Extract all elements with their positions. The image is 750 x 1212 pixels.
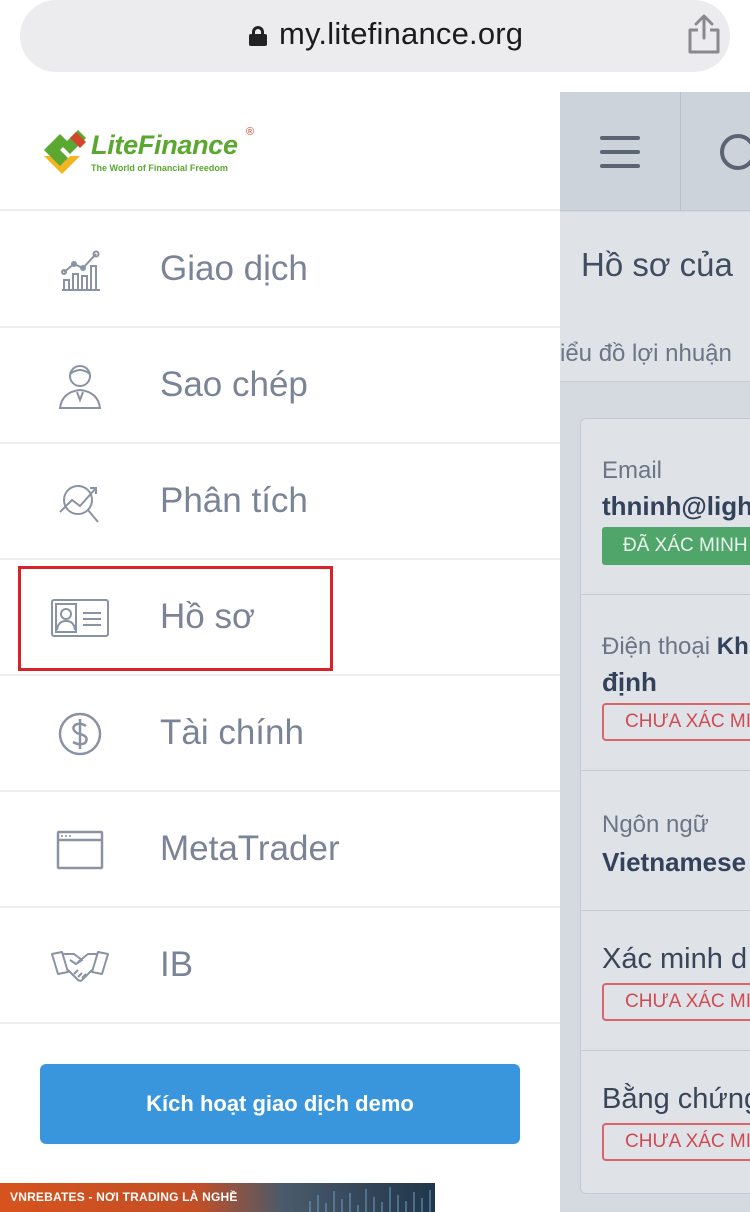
language-value[interactable]: Vietnamese xyxy=(602,847,746,878)
watermark-banner: VNREBATES - NƠI TRADING LÀ NGHỀ xyxy=(0,1183,435,1212)
nav-label-copy: Sao chép xyxy=(160,365,308,404)
lock-icon xyxy=(249,26,267,46)
nav-label-finance: Tài chính xyxy=(160,713,304,752)
hamburger-menu-icon[interactable] xyxy=(600,136,640,168)
profile-card: Email thninh@ligh ĐÃ XÁC MINH Điện thoại… xyxy=(580,418,750,1194)
logo-registered-mark: ® xyxy=(246,126,255,138)
activate-demo-trading-button[interactable]: Kích hoạt giao dịch demo xyxy=(40,1064,520,1144)
verification-label: Xác minh d xyxy=(602,943,748,975)
share-icon[interactable] xyxy=(686,14,722,54)
email-label: Email xyxy=(602,457,663,484)
proof-row: Bằng chứng CHƯA XÁC MI xyxy=(581,1051,750,1195)
phone-row: Điện thoại Kh định CHƯA XÁC MI xyxy=(581,595,750,771)
phone-value: định xyxy=(602,667,657,697)
nav-label-trading: Giao dịch xyxy=(160,249,308,288)
window-icon xyxy=(56,830,104,870)
nav-item-analysis[interactable]: Phân tích xyxy=(0,444,560,560)
logo-name: LiteFinance xyxy=(91,130,238,160)
nav-label-analysis: Phân tích xyxy=(160,481,308,520)
trader-person-icon xyxy=(58,365,102,409)
email-row: Email thninh@ligh ĐÃ XÁC MINH xyxy=(581,419,750,595)
watermark-text: VNREBATES - NƠI TRADING LÀ NGHỀ xyxy=(10,1190,238,1204)
chart-bars-decoration xyxy=(309,1187,431,1212)
tab-profit-chart[interactable]: iểu đồ lợi nhuận xyxy=(560,340,732,368)
phone-label: Điện thoại Kh xyxy=(602,633,749,660)
handshake-icon xyxy=(51,951,109,982)
email-value: thninh@ligh xyxy=(602,491,750,521)
nav-label-metatrader: MetaTrader xyxy=(160,829,340,868)
tabs-area: iểu đồ lợi nhuận xyxy=(560,300,750,382)
nav-item-ib[interactable]: IB xyxy=(0,908,560,1024)
verification-unverified-badge[interactable]: CHƯA XÁC MI xyxy=(602,983,750,1021)
page-title: Hồ sơ của xyxy=(581,246,733,283)
verification-row: Xác minh d CHƯA XÁC MI xyxy=(581,911,750,1051)
trading-chart-icon xyxy=(61,250,100,291)
title-area: Hồ sơ của xyxy=(560,212,750,300)
header-divider xyxy=(680,92,681,211)
browser-address-bar: my.litefinance.org xyxy=(0,0,750,92)
search-icon[interactable] xyxy=(720,134,750,170)
email-verified-badge: ĐÃ XÁC MINH xyxy=(602,527,750,565)
analysis-magnifier-icon xyxy=(59,485,99,523)
logo-mark-icon xyxy=(44,130,86,174)
language-label: Ngôn ngữ xyxy=(602,811,709,838)
proof-unverified-badge[interactable]: CHƯA XÁC MI xyxy=(602,1123,750,1161)
url-field[interactable]: my.litefinance.org xyxy=(20,0,730,72)
dollar-circle-icon xyxy=(58,712,102,756)
highlight-box xyxy=(18,566,333,671)
nav-item-metatrader[interactable]: MetaTrader xyxy=(0,792,560,908)
profile-page-background: Hồ sơ của iểu đồ lợi nhuận Email thninh@… xyxy=(560,92,750,1212)
url-text: my.litefinance.org xyxy=(279,16,524,51)
nav-item-trading[interactable]: Giao dịch xyxy=(0,212,560,328)
logo-tagline: The World of Financial Freedom xyxy=(91,163,228,173)
litefinance-logo[interactable]: LiteFinance ® The World of Financial Fre… xyxy=(40,126,270,182)
drawer-header: LiteFinance ® The World of Financial Fre… xyxy=(0,92,560,211)
page-header xyxy=(560,92,750,211)
proof-label: Bằng chứng xyxy=(602,1083,750,1115)
nav-item-finance[interactable]: Tài chính xyxy=(0,676,560,792)
nav-item-copy[interactable]: Sao chép xyxy=(0,328,560,444)
language-row: Ngôn ngữ Vietnamese xyxy=(581,771,750,911)
nav-label-ib: IB xyxy=(160,945,194,984)
phone-unverified-badge[interactable]: CHƯA XÁC MI xyxy=(602,703,750,741)
